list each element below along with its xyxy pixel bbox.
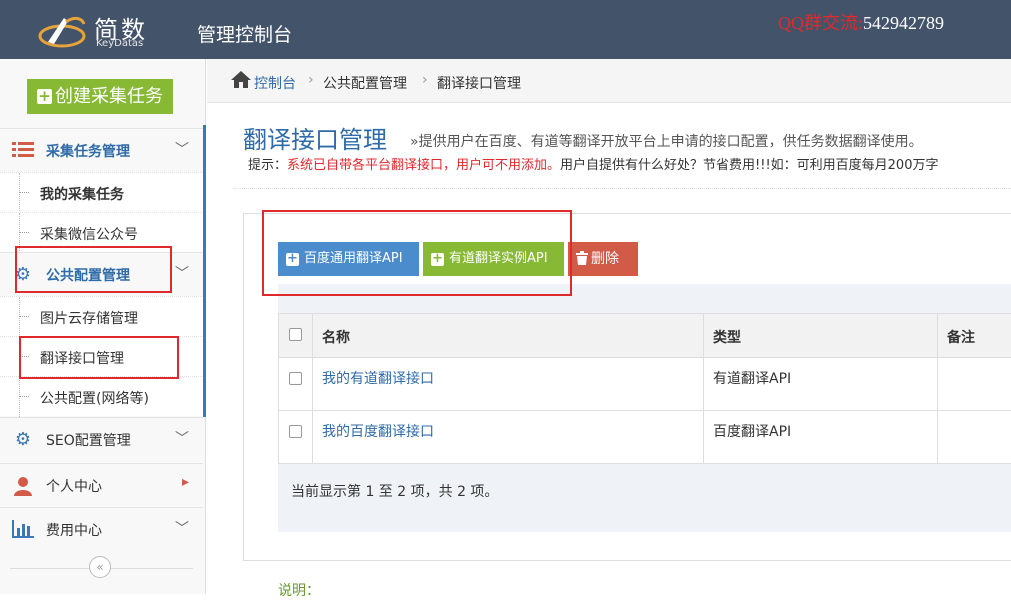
api-type: 百度翻译API: [713, 424, 792, 440]
logo-subtext: KeyDatas: [96, 38, 144, 49]
breadcrumb: 控制台 › 公共配置管理 › 翻译接口管理: [207, 59, 1011, 103]
logo[interactable]: 简数 KeyDatas: [38, 8, 168, 52]
nav-billing-center[interactable]: 费用中心 ﹀: [0, 507, 203, 551]
sidebar-collapse: «: [0, 554, 203, 582]
tree-tick: [19, 232, 29, 233]
qq-group-info: QQ群交流:542942789: [778, 9, 944, 35]
collapse-left-icon[interactable]: «: [89, 556, 111, 578]
list-icon: [12, 141, 34, 161]
nav-label: 采集任务管理: [46, 144, 130, 160]
type-cell: 百度翻译API: [703, 411, 937, 463]
api-name-link[interactable]: 我的百度翻译接口: [322, 421, 434, 441]
trash-icon: [576, 244, 588, 278]
nav-label: 费用中心: [46, 523, 102, 539]
breadcrumb-current: 翻译接口管理: [437, 76, 521, 92]
api-type: 有道翻译API: [713, 371, 792, 387]
hint-warning: 系统已自带各平台翻译接口，用户可不用添加。: [287, 158, 561, 173]
sidebar-active-accent: [203, 125, 206, 417]
nav-label: 公共配置(网络等): [40, 391, 149, 407]
delete-label: 删除: [591, 251, 619, 267]
page-title: 翻译接口管理: [243, 126, 387, 154]
tree-tick: [19, 192, 29, 193]
nav-label: 采集微信公众号: [40, 227, 138, 243]
nav-image-storage[interactable]: 图片云存储管理: [0, 296, 203, 337]
header-type-cell: 类型: [703, 314, 937, 357]
nav-label: 我的采集任务: [40, 187, 124, 203]
nav-label: 个人中心: [46, 479, 102, 495]
tree-line: [19, 377, 20, 417]
select-all-checkbox[interactable]: [289, 328, 302, 341]
table-header-row: 名称 类型 备注: [278, 313, 1011, 358]
column-header-type[interactable]: 类型: [713, 327, 741, 347]
table-row: 我的有道翻译接口 有道翻译API: [278, 358, 1011, 411]
note-cell: [937, 358, 1011, 410]
nav-label: SEO配置管理: [46, 433, 131, 449]
console-title: 管理控制台: [197, 24, 293, 46]
bar-chart-icon: [12, 520, 34, 540]
top-bar: 简数 KeyDatas 管理控制台 QQ群交流:542942789: [0, 0, 1011, 59]
tree-tick: [19, 396, 29, 397]
pagination-info: 当前显示第 1 至 2 项，共 2 项。: [291, 484, 499, 500]
chevron-down-icon: ﹀: [175, 521, 189, 537]
nav-seo-config[interactable]: ⚙ SEO配置管理 ﹀: [0, 417, 203, 461]
chevron-down-icon: ﹀: [175, 431, 189, 447]
header-name-cell: 名称: [312, 314, 703, 357]
hint-detail: 用户自提供有什么好处？节省费用!!!如：可利用百度每月200万字: [560, 158, 939, 173]
column-header-note[interactable]: 备注: [947, 327, 975, 347]
chevron-down-icon: ﹀: [175, 142, 189, 158]
hint-prefix: 提示：: [248, 158, 288, 173]
nav-personal-center[interactable]: 个人中心 ▸: [0, 463, 203, 507]
page-description: »提供用户在百度、有道等翻译开放平台上申请的接口配置，供任务数据翻译使用。: [410, 134, 923, 150]
api-name-link[interactable]: 我的有道翻译接口: [322, 368, 434, 388]
delete-button[interactable]: 删除: [568, 242, 638, 276]
logo-mark-icon: [38, 16, 86, 48]
gear-icon: ⚙: [14, 429, 32, 450]
create-task-label: 创建采集任务: [55, 86, 163, 107]
nav-task-management[interactable]: 采集任务管理 ﹀: [0, 128, 203, 172]
nav-public-network[interactable]: 公共配置(网络等): [0, 376, 203, 417]
nav-my-tasks[interactable]: 我的采集任务: [0, 172, 203, 213]
qq-number: 542942789: [863, 13, 944, 33]
name-cell: 我的有道翻译接口: [312, 358, 703, 410]
chevron-down-icon: ﹀: [175, 266, 189, 282]
annotation-box: [15, 246, 172, 293]
breadcrumb-public-config[interactable]: 公共配置管理: [323, 73, 407, 93]
header-divider: [233, 188, 1011, 189]
plus-icon: +: [37, 87, 52, 105]
tree-line: [19, 297, 20, 337]
nav-label: 图片云存储管理: [40, 311, 138, 327]
row-checkbox[interactable]: [289, 425, 302, 438]
qq-label: QQ群交流:: [778, 13, 863, 33]
annotation-box: [262, 210, 572, 296]
header-note-cell: 备注: [937, 314, 1011, 357]
tree-tick: [19, 316, 29, 317]
row-checkbox-cell: [278, 411, 312, 463]
breadcrumb-separator: ›: [422, 72, 428, 88]
note-label: 说明：: [278, 583, 320, 599]
column-header-name[interactable]: 名称: [322, 327, 350, 347]
row-checkbox-cell: [278, 358, 312, 410]
caret-right-icon: ▸: [181, 474, 189, 490]
home-icon[interactable]: [231, 71, 251, 93]
breadcrumb-home-link[interactable]: 控制台: [254, 73, 296, 93]
breadcrumb-separator: ›: [308, 72, 314, 88]
user-icon: [12, 476, 34, 496]
name-cell: 我的百度翻译接口: [312, 411, 703, 463]
hint-text: 提示：系统已自带各平台翻译接口，用户可不用添加。用户自提供有什么好处？节省费用!…: [248, 154, 938, 173]
row-checkbox[interactable]: [289, 372, 302, 385]
table-row: 我的百度翻译接口 百度翻译API: [278, 411, 1011, 464]
type-cell: 有道翻译API: [703, 358, 937, 410]
create-task-button[interactable]: + 创建采集任务: [27, 79, 173, 114]
annotation-box: [19, 336, 179, 379]
note-cell: [937, 411, 1011, 463]
header-checkbox-cell: [278, 314, 312, 357]
sidebar: + 创建采集任务 采集任务管理 ﹀ 我的采集任务 采集微信公众号 ⚙ 公共配置管理…: [0, 59, 206, 594]
tree-line: [19, 173, 20, 213]
